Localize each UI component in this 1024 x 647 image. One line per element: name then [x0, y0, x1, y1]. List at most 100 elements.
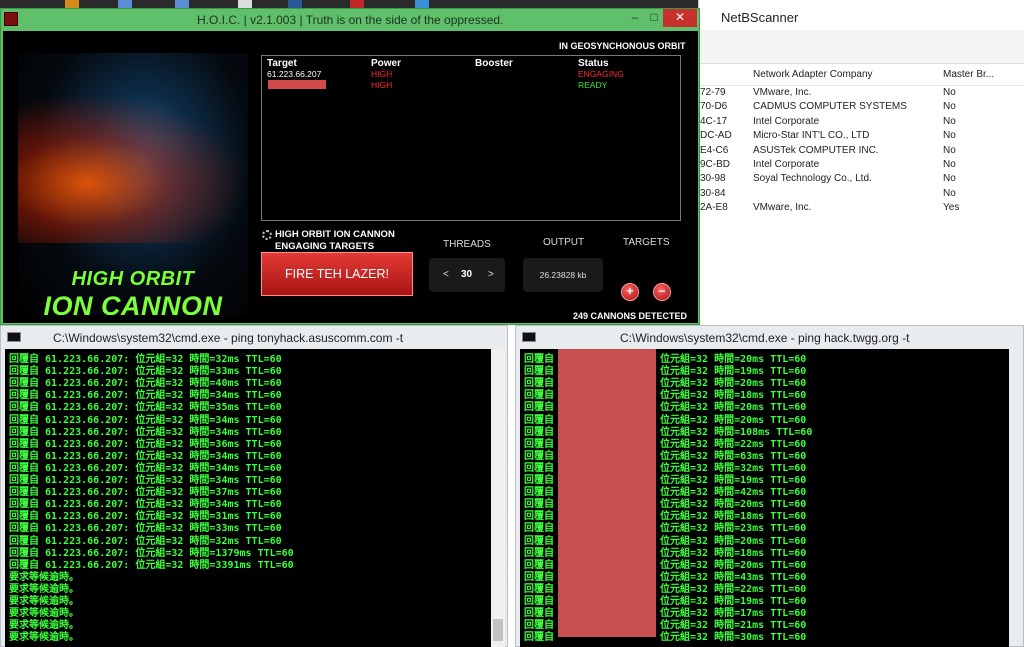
spinner-icon [262, 230, 272, 240]
company-cell: Intel Corporate [753, 159, 820, 170]
hoic-panel: HIGH ORBIT ION CANNON IN GEOSYNCHONOUS O… [3, 31, 698, 323]
table-row[interactable]: 30-84 No [699, 187, 1024, 202]
header-power: Power [371, 58, 402, 69]
header-booster: Booster [475, 58, 513, 69]
hoic-app-icon [4, 12, 18, 26]
cmd-titlebar-right[interactable]: C:\Windows\system32\cmd.exe - ping hack.… [516, 326, 1023, 348]
header-status: Status [578, 58, 609, 69]
master-browser-cell: No [943, 115, 956, 127]
company-cell: VMware, Inc. [753, 202, 812, 214]
mac-cell: 4C-17 [700, 115, 728, 127]
poster-title-line1: HIGH ORBIT [71, 268, 195, 290]
hoic-titlebar[interactable]: H.O.I.C. | v2.1.003 | Truth is on the si… [1, 9, 699, 31]
app-icon[interactable] [415, 0, 429, 8]
cmd-titlebar-left[interactable]: C:\Windows\system32\cmd.exe - ping tonyh… [1, 326, 507, 348]
master-browser-cell: No [943, 101, 956, 113]
master-browser-cell: No [943, 130, 956, 142]
console-output-right[interactable]: 回覆自 位元組=32 時間=20ms TTL=60 回覆自 位元組=32 時間=19m… [520, 349, 1009, 647]
master-browser-cell: No [943, 187, 956, 199]
company-cell: ASUSTek COMPUTER INC. [753, 144, 879, 156]
cannons-detected: 249 CANNONS DETECTED [573, 311, 688, 321]
scrollbar-thumb[interactable] [493, 619, 503, 641]
hoic-poster: HIGH ORBIT ION CANNON [18, 53, 248, 315]
target-table: Target Power Booster Status 61.223.66.20… [261, 55, 681, 221]
console-line: 位元組=32 時間=30ms TTL=60 [660, 632, 807, 644]
redacted-region [558, 349, 656, 637]
master-browser-cell: No [943, 159, 956, 170]
console-line: 要求等候逾時。 [9, 632, 79, 644]
cmd-title-left: C:\Windows\system32\cmd.exe - ping tonyh… [53, 331, 404, 345]
row1-target[interactable]: 61.223.66.207 [267, 69, 321, 79]
threads-stepper: < 30 > [429, 258, 505, 292]
netbscanner-toolbar [699, 30, 1024, 64]
mac-cell: 9C-BD [700, 159, 731, 170]
table-row[interactable]: 4C-17 Intel Corporate No [699, 115, 1024, 130]
table-row[interactable]: E4-C6 ASUSTek COMPUTER INC. No [699, 144, 1024, 159]
table-row[interactable]: 30-98 Soyal Technology Co., Ltd. No [699, 172, 1024, 187]
master-browser-cell: No [943, 173, 956, 185]
cmd-window-right: C:\Windows\system32\cmd.exe - ping hack.… [515, 325, 1024, 647]
orbit-label: IN GEOSYNCHONOUS ORBIT [559, 41, 686, 51]
app-icon[interactable] [350, 0, 364, 8]
word-icon[interactable] [288, 0, 302, 8]
threads-increment-button[interactable]: > [488, 269, 494, 280]
poster-title-line2: ION CANNON [43, 291, 223, 315]
hoic-window: H.O.I.C. | v2.1.003 | Truth is on the si… [0, 8, 700, 325]
targets-label: TARGETS [623, 237, 670, 248]
row1-status: ENGAGING [578, 69, 624, 79]
console-output-left[interactable]: 回覆自 61.223.66.207: 位元組=32 時間=32ms TTL=60… [5, 349, 505, 647]
status-line2: ENGAGING TARGETS [275, 241, 375, 252]
scrollbar[interactable] [491, 349, 505, 647]
app-icon[interactable] [118, 0, 132, 8]
mac-cell: 30-98 [700, 173, 726, 185]
app-icon[interactable] [238, 0, 252, 8]
remove-target-button[interactable]: − [653, 283, 671, 301]
company-cell: Soyal Technology Co., Ltd. [753, 173, 872, 185]
row1-power: HIGH [371, 69, 393, 79]
mac-cell: 72-79 [700, 87, 726, 98]
poster-fire-glow [18, 93, 248, 243]
company-cell: CADMUS COMPUTER SYSTEMS [753, 101, 907, 113]
mac-cell: 30-84 [700, 187, 726, 199]
hoic-title: H.O.I.C. | v2.1.003 | Truth is on the si… [197, 13, 504, 27]
output-value: 26.23828 kb [523, 258, 603, 292]
company-cell: Intel Corporate [753, 115, 820, 127]
table-row[interactable]: 2A-E8 VMware, Inc. Yes [699, 201, 1024, 216]
app-icon[interactable] [175, 0, 189, 8]
threads-decrement-button[interactable]: < [443, 269, 449, 280]
cmd-window-left: C:\Windows\system32\cmd.exe - ping tonyh… [0, 325, 508, 647]
master-browser-cell: Yes [943, 202, 960, 214]
header-target: Target [267, 58, 297, 69]
console-line-prefix: 回覆自 [524, 632, 554, 644]
threads-label: THREADS [443, 239, 491, 250]
fire-button[interactable]: FIRE TEH LAZER! [261, 252, 413, 296]
company-cell: VMware, Inc. [753, 87, 812, 98]
app-icon[interactable] [65, 0, 79, 8]
status-line1: HIGH ORBIT ION CANNON [275, 229, 395, 240]
row2-status: READY [578, 80, 608, 90]
close-icon[interactable]: ✕ [663, 9, 697, 27]
desktop-screen: NetBScanner Network Adapter Company Mast… [0, 0, 1024, 647]
redacted-target[interactable] [268, 80, 326, 89]
row2-power: HIGH [371, 80, 393, 90]
maximize-icon[interactable]: □ [645, 10, 663, 26]
mac-cell: DC-AD [700, 130, 732, 142]
threads-value: 30 [461, 269, 473, 280]
company-cell: Micro-Star INT'L CO., LTD [753, 130, 870, 142]
table-row[interactable]: 9C-BD Intel Corporate No [699, 158, 1024, 173]
cmd-title-right: C:\Windows\system32\cmd.exe - ping hack.… [620, 331, 910, 345]
table-row[interactable]: 70-D6 CADMUS COMPUTER SYSTEMS No [699, 100, 1024, 115]
master-browser-cell: No [943, 87, 956, 98]
mac-cell: 2A-E8 [700, 202, 728, 214]
column-header-master[interactable]: Master Br... [943, 69, 994, 80]
console-icon [7, 332, 21, 342]
table-row[interactable]: 72-79 VMware, Inc. No [699, 86, 1024, 101]
table-row[interactable]: DC-AD Micro-Star INT'L CO., LTD No [699, 129, 1024, 144]
minimize-icon[interactable]: – [626, 10, 644, 26]
add-target-button[interactable]: + [621, 283, 639, 301]
master-browser-cell: No [943, 144, 956, 156]
netbscanner-header: Network Adapter Company Master Br... [699, 64, 1024, 86]
column-header-company[interactable]: Network Adapter Company [753, 69, 873, 80]
console-icon [522, 332, 536, 342]
mac-cell: 70-D6 [700, 101, 728, 113]
